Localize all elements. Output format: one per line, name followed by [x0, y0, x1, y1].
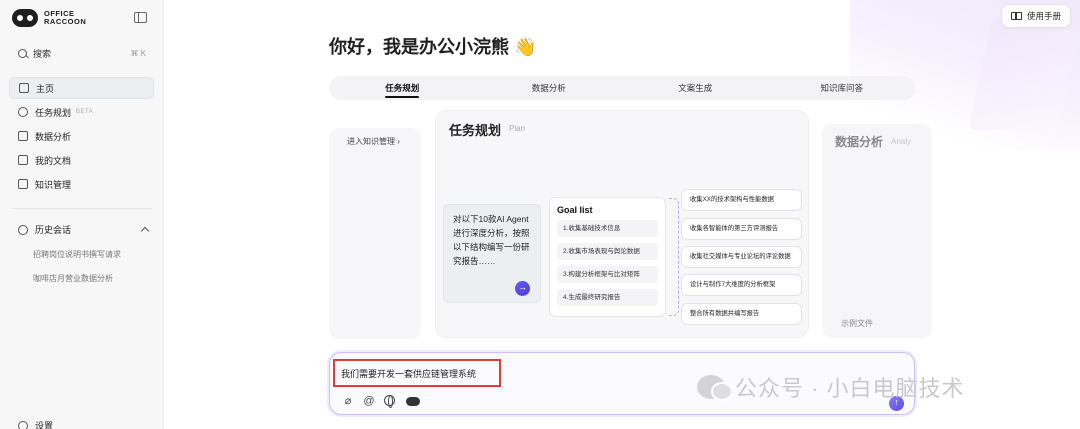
sidebar-divider	[12, 208, 152, 209]
task-item: 收集各智能体的第三方评测报告	[681, 218, 802, 240]
chevron-up-icon	[140, 226, 150, 236]
gear-icon	[18, 420, 28, 429]
history-item[interactable]: 咖啡店月营业数据分析	[33, 273, 121, 297]
raccoon-icon[interactable]	[406, 397, 420, 406]
globe-icon[interactable]	[384, 395, 395, 408]
user-manual-button[interactable]: 使用手册	[1001, 4, 1071, 28]
search-label: 搜索	[33, 48, 52, 59]
tab-task-planning[interactable]: 任务规划	[329, 76, 476, 100]
history-item[interactable]: 招聘岗位说明书撰写请求	[33, 249, 121, 273]
book-icon	[1010, 12, 1022, 20]
goal-item: 3.构建分析框架与比对矩阵	[557, 266, 658, 283]
search-icon	[18, 48, 27, 58]
history-icon	[18, 224, 28, 235]
goal-item: 1.收集基础技术信息	[557, 220, 658, 237]
goal-list: Goal list 1.收集基础技术信息 2.收集市场表现与舆论数据 3.构建分…	[549, 197, 666, 317]
chat-input[interactable]	[333, 359, 501, 387]
page-title: 你好，我是办公小浣熊 👋	[329, 37, 537, 57]
beta-badge: BETA	[76, 109, 94, 115]
attachment-icon[interactable]: ⌀	[342, 395, 354, 407]
raccoon-logo-icon	[12, 9, 38, 27]
sidebar-collapse-icon[interactable]	[134, 12, 147, 23]
tab-knowledge-qa[interactable]: 知识库问答	[769, 76, 916, 100]
task-item: 收集XX的技术架构与性能数据	[681, 189, 802, 211]
home-icon	[19, 83, 29, 93]
sidebar-item-task-planning[interactable]: 任务规划 BETA	[9, 101, 154, 123]
sidebar-item-label: 我的文档	[35, 155, 72, 166]
card-subtitle: Analy	[891, 137, 912, 146]
goal-item: 4.生成最终研究报告	[557, 289, 658, 306]
watermark: 公众号 · 小白电脑技术	[697, 371, 965, 403]
task-item: 整合所有数据并编写报告	[681, 303, 802, 325]
task-item: 设计与制作7大维度的分析框架	[681, 274, 802, 296]
goal-list-title: Goal list	[557, 205, 593, 215]
sidebar-item-label: 数据分析	[35, 131, 72, 142]
sidebar-item-home[interactable]: 主页	[9, 77, 154, 99]
sidebar-item-label: 知识管理	[35, 179, 72, 190]
user-manual-label: 使用手册	[1026, 11, 1061, 21]
sidebar-item-label: 主页	[36, 83, 55, 94]
task-icon	[18, 107, 28, 117]
watermark-text: 公众号 · 小白电脑技术	[735, 376, 965, 401]
history-title: 历史会话	[35, 225, 72, 235]
history-section-toggle[interactable]: 历史会话	[18, 223, 150, 236]
search-button[interactable]: 搜索 ⌘ K	[10, 42, 154, 64]
card-title: 数据分析	[835, 135, 884, 149]
sidebar-item-my-documents[interactable]: 我的文档	[9, 149, 154, 171]
carousel-card-data-analysis[interactable]	[822, 124, 932, 338]
mention-icon[interactable]: @	[363, 395, 375, 407]
document-icon	[18, 155, 28, 165]
task-item: 收集社交媒体与专业论坛的评论数据	[681, 246, 802, 268]
logo-line2: RACCOON	[44, 17, 87, 26]
sidebar-nav: 主页 任务规划 BETA 数据分析 我的文档 知识管理	[9, 77, 154, 197]
connector-line	[669, 198, 679, 316]
sidebar: OFFICE RACCOON 搜索 ⌘ K 主页 任务规划 BETA 数据分析 …	[0, 0, 164, 429]
carousel-card-knowledge[interactable]	[329, 128, 421, 339]
logo[interactable]: OFFICE RACCOON	[12, 9, 86, 27]
knowledge-icon	[18, 179, 28, 189]
wechat-icon	[697, 375, 733, 401]
example-file-label[interactable]: 示例文件	[841, 318, 873, 329]
sidebar-item-knowledge[interactable]: 知识管理	[9, 173, 154, 195]
settings-button[interactable]: 设置	[18, 419, 53, 429]
card-subtitle: Plan	[509, 124, 526, 133]
arrow-right-icon	[515, 281, 530, 296]
tab-data-analysis[interactable]: 数据分析	[476, 76, 623, 100]
feature-tabs: 任务规划 数据分析 文案生成 知识库问答	[329, 76, 915, 100]
chart-icon	[18, 131, 28, 141]
tab-copywriting[interactable]: 文案生成	[622, 76, 769, 100]
card-title: 任务规划	[449, 123, 502, 138]
search-shortcut: ⌘ K	[130, 48, 146, 58]
sidebar-item-label: 任务规划	[35, 107, 72, 118]
goal-item: 2.收集市场表现与舆论数据	[557, 243, 658, 260]
history-list: 招聘岗位说明书撰写请求 咖啡店月营业数据分析	[33, 249, 121, 297]
settings-label: 设置	[35, 421, 54, 429]
sidebar-item-data-analysis[interactable]: 数据分析	[9, 125, 154, 147]
knowledge-management-link[interactable]: 进入知识管理 ›	[347, 136, 400, 147]
